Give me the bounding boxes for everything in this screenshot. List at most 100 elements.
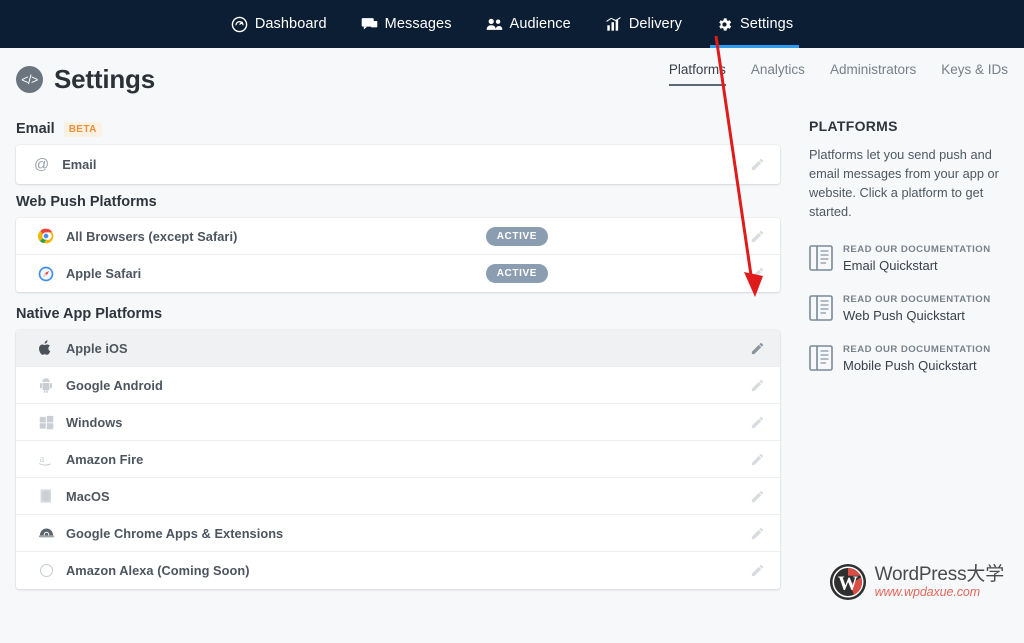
platform-label: Google Android (66, 378, 163, 393)
chrome-apps-icon (36, 524, 56, 542)
safari-icon (36, 265, 56, 283)
email-row-edit-pencil-icon[interactable] (748, 156, 766, 174)
nav-label: Dashboard (255, 16, 327, 32)
doc-icon (809, 344, 833, 372)
nav-label: Messages (385, 16, 452, 32)
platform-row-amazon-fire[interactable]: a Amazon Fire (16, 441, 780, 478)
doc-kicker: READ OUR DOCUMENTATION (843, 343, 991, 356)
sidebar-title: PLATFORMS (809, 118, 1024, 134)
platform-row-edit-pencil-icon[interactable] (748, 413, 766, 431)
platform-row-all-browsers[interactable]: All Browsers (except Safari) ACTIVE (16, 218, 780, 255)
svg-text:a: a (39, 453, 44, 465)
doc-link-text: READ OUR DOCUMENTATION Mobile Push Quick… (843, 343, 991, 374)
android-icon (36, 376, 56, 394)
platform-row-chrome-apps[interactable]: Google Chrome Apps & Extensions (16, 515, 780, 552)
watermark-brand: WordPress大学 (875, 565, 1004, 585)
nav-item-audience[interactable]: Audience (484, 0, 573, 48)
nav-label: Settings (740, 16, 793, 32)
delivery-icon (605, 16, 622, 33)
web-push-section-heading: Web Push Platforms (16, 194, 780, 210)
svg-text:W: W (838, 573, 858, 595)
tab-label: Keys & IDs (941, 62, 1008, 77)
doc-icon (809, 244, 833, 272)
at-icon: @ (34, 157, 49, 172)
audience-icon (486, 16, 503, 33)
doc-name: Web Push Quickstart (843, 307, 991, 324)
platform-row-macos[interactable]: MacOS (16, 478, 780, 515)
platform-row-edit-pencil-icon[interactable] (748, 376, 766, 394)
tab-administrators[interactable]: Administrators (830, 62, 916, 90)
platform-row-edit-pencil-icon[interactable] (748, 265, 766, 283)
messages-icon (361, 16, 378, 33)
code-brackets-icon: </> (16, 66, 43, 93)
tab-platforms[interactable]: Platforms (669, 62, 726, 90)
nav-item-messages[interactable]: Messages (359, 0, 454, 48)
platform-label: Google Chrome Apps & Extensions (66, 526, 283, 541)
platform-row-windows[interactable]: Windows (16, 404, 780, 441)
platform-row-edit-pencil-icon[interactable] (748, 339, 766, 357)
doc-link-web-push-quickstart[interactable]: READ OUR DOCUMENTATION Web Push Quicksta… (809, 293, 1024, 324)
nav-label: Audience (510, 16, 571, 32)
sidebar-help-panel: PLATFORMS Platforms let you send push an… (809, 111, 1024, 393)
platform-row-apple-ios[interactable]: Apple iOS (16, 330, 780, 367)
watermark: W WordPress大学 www.wpdaxue.com (829, 563, 1004, 601)
platform-row-edit-pencil-icon[interactable] (748, 562, 766, 580)
macos-icon (36, 487, 56, 505)
tab-keys-and-ids[interactable]: Keys & IDs (941, 62, 1008, 90)
tab-analytics[interactable]: Analytics (751, 62, 805, 90)
platform-label: Apple Safari (66, 266, 141, 281)
watermark-text: WordPress大学 www.wpdaxue.com (875, 565, 1004, 600)
gear-icon (716, 16, 733, 33)
doc-kicker: READ OUR DOCUMENTATION (843, 293, 991, 306)
platform-row-edit-pencil-icon[interactable] (748, 227, 766, 245)
tab-label: Analytics (751, 62, 805, 77)
doc-icon (809, 294, 833, 322)
platform-label: Amazon Alexa (Coming Soon) (66, 563, 250, 578)
platform-row-edit-pencil-icon[interactable] (748, 450, 766, 468)
main-column: Email BETA @ Email Web Push Platforms (16, 111, 780, 589)
platform-row-edit-pencil-icon[interactable] (748, 487, 766, 505)
apple-icon (36, 339, 56, 357)
alexa-icon (36, 562, 56, 580)
settings-subtabs: Platforms Analytics Administrators Keys … (669, 48, 1008, 111)
windows-icon (36, 413, 56, 431)
nav-item-settings[interactable]: Settings (714, 0, 795, 48)
watermark-url: www.wpdaxue.com (875, 585, 1004, 600)
native-platforms-card: Apple iOS Google Android (16, 330, 780, 589)
beta-badge: BETA (64, 122, 102, 137)
doc-link-email-quickstart[interactable]: READ OUR DOCUMENTATION Email Quickstart (809, 243, 1024, 274)
status-badge: ACTIVE (486, 227, 548, 246)
email-row-label: Email (62, 157, 96, 172)
page-header: </> Settings Platforms Analytics Adminis… (0, 48, 1024, 111)
doc-name: Email Quickstart (843, 257, 991, 274)
platform-row-edit-pencil-icon[interactable] (748, 524, 766, 542)
status-badge: ACTIVE (486, 264, 548, 283)
platform-label: Apple iOS (66, 341, 128, 356)
platform-row-amazon-alexa[interactable]: Amazon Alexa (Coming Soon) (16, 552, 780, 589)
email-card: @ Email (16, 145, 780, 184)
nav-item-dashboard[interactable]: Dashboard (229, 0, 329, 48)
doc-link-mobile-push-quickstart[interactable]: READ OUR DOCUMENTATION Mobile Push Quick… (809, 343, 1024, 374)
doc-link-text: READ OUR DOCUMENTATION Email Quickstart (843, 243, 991, 274)
section-label: Email (16, 121, 55, 137)
doc-name: Mobile Push Quickstart (843, 357, 991, 374)
page-title: Settings (54, 64, 155, 95)
platform-label: MacOS (66, 489, 110, 504)
section-label: Native App Platforms (16, 306, 162, 322)
top-navigation: Dashboard Messages Audience Delivery Set (0, 0, 1024, 48)
nav-label: Delivery (629, 16, 682, 32)
page-root: Dashboard Messages Audience Delivery Set (0, 0, 1024, 643)
chrome-icon (36, 227, 56, 245)
platform-row-google-android[interactable]: Google Android (16, 367, 780, 404)
tab-label: Platforms (669, 62, 726, 77)
platform-label: Amazon Fire (66, 452, 143, 467)
nav-item-delivery[interactable]: Delivery (603, 0, 684, 48)
email-row[interactable]: @ Email (16, 145, 780, 184)
platform-row-apple-safari[interactable]: Apple Safari ACTIVE (16, 255, 780, 292)
doc-kicker: READ OUR DOCUMENTATION (843, 243, 991, 256)
sidebar-description: Platforms let you send push and email me… (809, 145, 1024, 221)
platform-label: All Browsers (except Safari) (66, 229, 237, 244)
page-title-group: </> Settings (16, 64, 155, 95)
amazon-icon: a (36, 450, 56, 468)
body-wrapper: Email BETA @ Email Web Push Platforms (0, 111, 1024, 589)
